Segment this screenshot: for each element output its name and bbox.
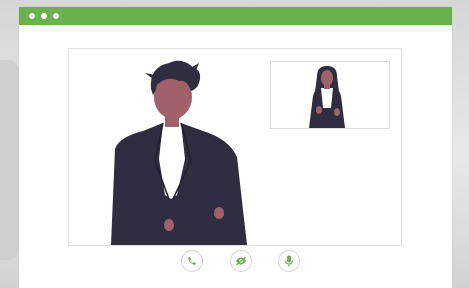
pip-participant-illustration [309,66,345,128]
pip-video-tile [270,61,390,129]
video-call-window [19,7,452,288]
eye-slash-icon [236,256,246,266]
mic-button[interactable] [278,250,300,272]
window-control-dot [29,13,35,19]
window-control-dot [41,13,47,19]
phone-icon [188,257,196,265]
window-titlebar [19,7,452,25]
microphone-icon [285,255,293,267]
call-button[interactable] [181,250,203,272]
background-shape [0,60,20,260]
camera-button[interactable] [230,250,252,272]
window-control-dot [53,13,59,19]
